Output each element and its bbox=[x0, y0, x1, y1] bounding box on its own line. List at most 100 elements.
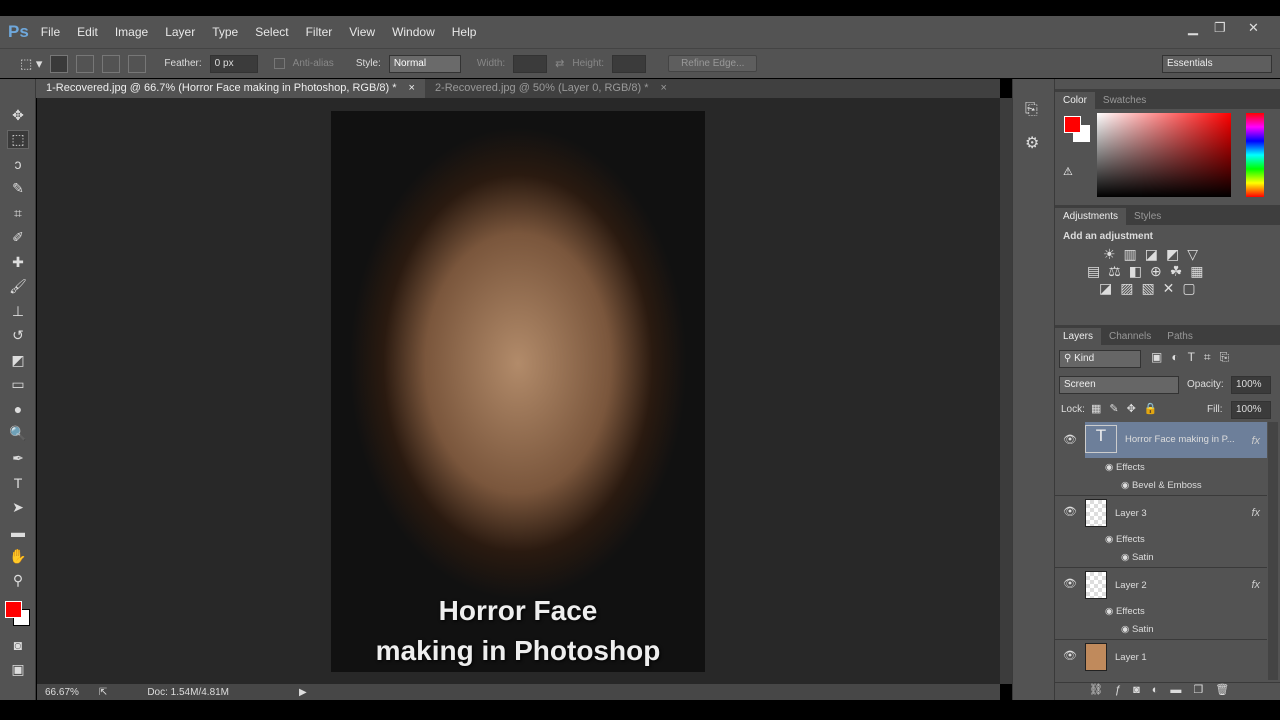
history-panel-icon[interactable]: ⎘ bbox=[1025, 101, 1054, 119]
blur-tool-icon[interactable]: ● bbox=[0, 397, 36, 422]
quick-select-tool-icon[interactable]: ✎ bbox=[0, 177, 36, 202]
tab-channels[interactable]: Channels bbox=[1101, 328, 1159, 345]
tab-document-2[interactable]: 2-Recovered.jpg @ 50% (Layer 0, RGB/8) *… bbox=[425, 79, 677, 98]
lock-icons[interactable]: ▦✎✥🔒 bbox=[1091, 402, 1166, 415]
adjustment-icons-row3[interactable]: ◪▨▧✕▢ bbox=[1063, 280, 1272, 297]
tab-swatches[interactable]: Swatches bbox=[1095, 92, 1154, 109]
layers-footer-icons[interactable]: ⛓ƒ◙◐▬❐🗑 bbox=[1055, 682, 1280, 700]
add-selection-icon[interactable] bbox=[76, 54, 95, 73]
foreground-color[interactable] bbox=[1064, 116, 1081, 133]
new-selection-icon[interactable] bbox=[50, 54, 69, 73]
feather-input[interactable]: 0 px bbox=[209, 54, 258, 73]
subtract-selection-icon[interactable] bbox=[102, 54, 121, 73]
tab-paths[interactable]: Paths bbox=[1159, 328, 1201, 345]
tab-color[interactable]: Color bbox=[1055, 92, 1095, 109]
tab-styles[interactable]: Styles bbox=[1126, 208, 1169, 225]
zoom-tool-icon[interactable]: ⚲ bbox=[0, 569, 36, 594]
refine-edge-button[interactable]: Refine Edge... bbox=[668, 55, 758, 72]
tab-adjustments[interactable]: Adjustments bbox=[1055, 208, 1127, 225]
menu-edit[interactable]: Edit bbox=[77, 25, 98, 39]
zoom-level[interactable]: 66.67% bbox=[45, 687, 79, 698]
eyedropper-tool-icon[interactable]: ✐ bbox=[0, 226, 36, 251]
width-input[interactable] bbox=[513, 54, 548, 73]
gradient-tool-icon[interactable]: ▭ bbox=[0, 373, 36, 398]
hand-tool-icon[interactable]: ✋ bbox=[0, 544, 36, 569]
marquee-tool-icon[interactable]: ⬚ bbox=[0, 128, 36, 153]
rectangle-tool-icon[interactable]: ▬ bbox=[0, 520, 36, 545]
menu-type[interactable]: Type bbox=[212, 25, 238, 39]
effect-satin[interactable]: ◉ Satin bbox=[1121, 552, 1154, 563]
visibility-eye-icon[interactable]: 👁 bbox=[1063, 505, 1077, 518]
fx-icon[interactable]: fx bbox=[1251, 435, 1260, 447]
height-input[interactable] bbox=[612, 54, 647, 73]
type-tool-icon[interactable]: T bbox=[0, 471, 36, 496]
status-menu-arrow-icon[interactable]: ▶ bbox=[299, 687, 307, 698]
intersect-selection-icon[interactable] bbox=[128, 54, 147, 73]
layer-filter-icons[interactable]: ▣◐T⌗⎘ bbox=[1151, 350, 1238, 365]
close-icon[interactable]: ✕ bbox=[1248, 20, 1259, 36]
blend-mode-select[interactable]: Screen bbox=[1059, 376, 1179, 394]
menu-filter[interactable]: Filter bbox=[306, 25, 333, 39]
menu-file[interactable]: File bbox=[41, 25, 60, 39]
visibility-eye-icon[interactable]: 👁 bbox=[1063, 433, 1077, 446]
adjustment-icons-row1[interactable]: ☀▥◪◩▽ bbox=[1063, 246, 1272, 263]
effects-label[interactable]: ◉ Effects bbox=[1105, 462, 1145, 473]
eraser-tool-icon[interactable]: ◩ bbox=[0, 348, 36, 373]
color-field[interactable] bbox=[1097, 113, 1231, 197]
screen-mode-icon[interactable]: ▣ bbox=[0, 658, 36, 683]
canvas-scrollbar[interactable] bbox=[1000, 98, 1012, 684]
restore-icon[interactable]: ❐ bbox=[1214, 20, 1226, 36]
effect-bevel-emboss[interactable]: ◉ Bevel & Emboss bbox=[1121, 480, 1202, 491]
effects-label[interactable]: ◉ Effects bbox=[1105, 606, 1145, 617]
style-select[interactable]: Normal bbox=[388, 54, 461, 73]
antialias-checkbox[interactable] bbox=[273, 58, 285, 69]
layer-row-layer-1[interactable]: Layer 1 bbox=[1085, 643, 1265, 671]
tab-layers[interactable]: Layers bbox=[1055, 328, 1102, 345]
tab-document-1[interactable]: 1-Recovered.jpg @ 66.7% (Horror Face mak… bbox=[36, 79, 425, 98]
swap-icon[interactable]: ⇄ bbox=[555, 57, 564, 70]
export-icon[interactable]: ⇱ bbox=[99, 687, 107, 698]
lasso-tool-icon[interactable]: ↄ bbox=[0, 152, 36, 177]
close-tab-icon[interactable]: × bbox=[409, 82, 415, 95]
menu-view[interactable]: View bbox=[349, 25, 375, 39]
opacity-input[interactable]: 100% bbox=[1231, 376, 1271, 394]
foreground-color-swatch[interactable] bbox=[5, 601, 22, 618]
visibility-eye-icon[interactable]: 👁 bbox=[1063, 649, 1077, 662]
visibility-eye-icon[interactable]: 👁 bbox=[1063, 577, 1077, 590]
fill-input[interactable]: 100% bbox=[1231, 401, 1271, 419]
effects-label[interactable]: ◉ Effects bbox=[1105, 534, 1145, 545]
document-image[interactable]: Horror Face making in Photoshop bbox=[331, 111, 705, 672]
effect-satin[interactable]: ◉ Satin bbox=[1121, 624, 1154, 635]
pen-tool-icon[interactable]: ✒ bbox=[0, 446, 36, 471]
close-tab-icon[interactable]: × bbox=[660, 82, 666, 95]
properties-panel-icon[interactable]: ⚙ bbox=[1025, 133, 1054, 153]
fx-icon[interactable]: fx bbox=[1251, 507, 1260, 519]
layer-row-layer-2[interactable]: Layer 2 bbox=[1085, 571, 1265, 599]
move-tool-icon[interactable]: ✥ bbox=[0, 103, 36, 128]
menu-window[interactable]: Window bbox=[392, 25, 435, 39]
menu-layer[interactable]: Layer bbox=[165, 25, 195, 39]
path-select-tool-icon[interactable]: ➤ bbox=[0, 495, 36, 520]
layer-filter-select[interactable]: ⚲ Kind bbox=[1059, 350, 1141, 368]
fx-icon[interactable]: fx bbox=[1251, 579, 1260, 591]
adjustment-icons-row2[interactable]: ▤⚖◧⊕☘▦ bbox=[1063, 263, 1272, 280]
quick-mask-icon[interactable]: ◙ bbox=[0, 633, 36, 658]
dodge-tool-icon[interactable]: 🔍 bbox=[0, 422, 36, 447]
marquee-preset-icon[interactable]: ⬚ ▾ bbox=[20, 56, 42, 72]
adjustments-panel-tabs: Adjustments Styles bbox=[1055, 205, 1280, 225]
color-swatches[interactable] bbox=[0, 593, 35, 633]
crop-tool-icon[interactable]: ⌗ bbox=[0, 201, 36, 226]
menu-help[interactable]: Help bbox=[452, 25, 477, 39]
history-brush-tool-icon[interactable]: ↺ bbox=[0, 324, 36, 349]
minimize-icon[interactable]: ▁ bbox=[1188, 20, 1198, 36]
brush-tool-icon[interactable]: 🖌 bbox=[0, 275, 36, 300]
menu-image[interactable]: Image bbox=[115, 25, 148, 39]
menu-select[interactable]: Select bbox=[255, 25, 288, 39]
layer-row-layer-3[interactable]: Layer 3 bbox=[1085, 499, 1265, 527]
hue-slider[interactable] bbox=[1246, 113, 1264, 197]
layer-row-text[interactable]: T Horror Face making in P... bbox=[1085, 425, 1265, 453]
clone-stamp-tool-icon[interactable]: ⊥ bbox=[0, 299, 36, 324]
healing-brush-tool-icon[interactable]: ✚ bbox=[0, 250, 36, 275]
workspace-select[interactable]: Essentials bbox=[1162, 54, 1272, 73]
layers-scrollbar[interactable] bbox=[1268, 422, 1278, 680]
